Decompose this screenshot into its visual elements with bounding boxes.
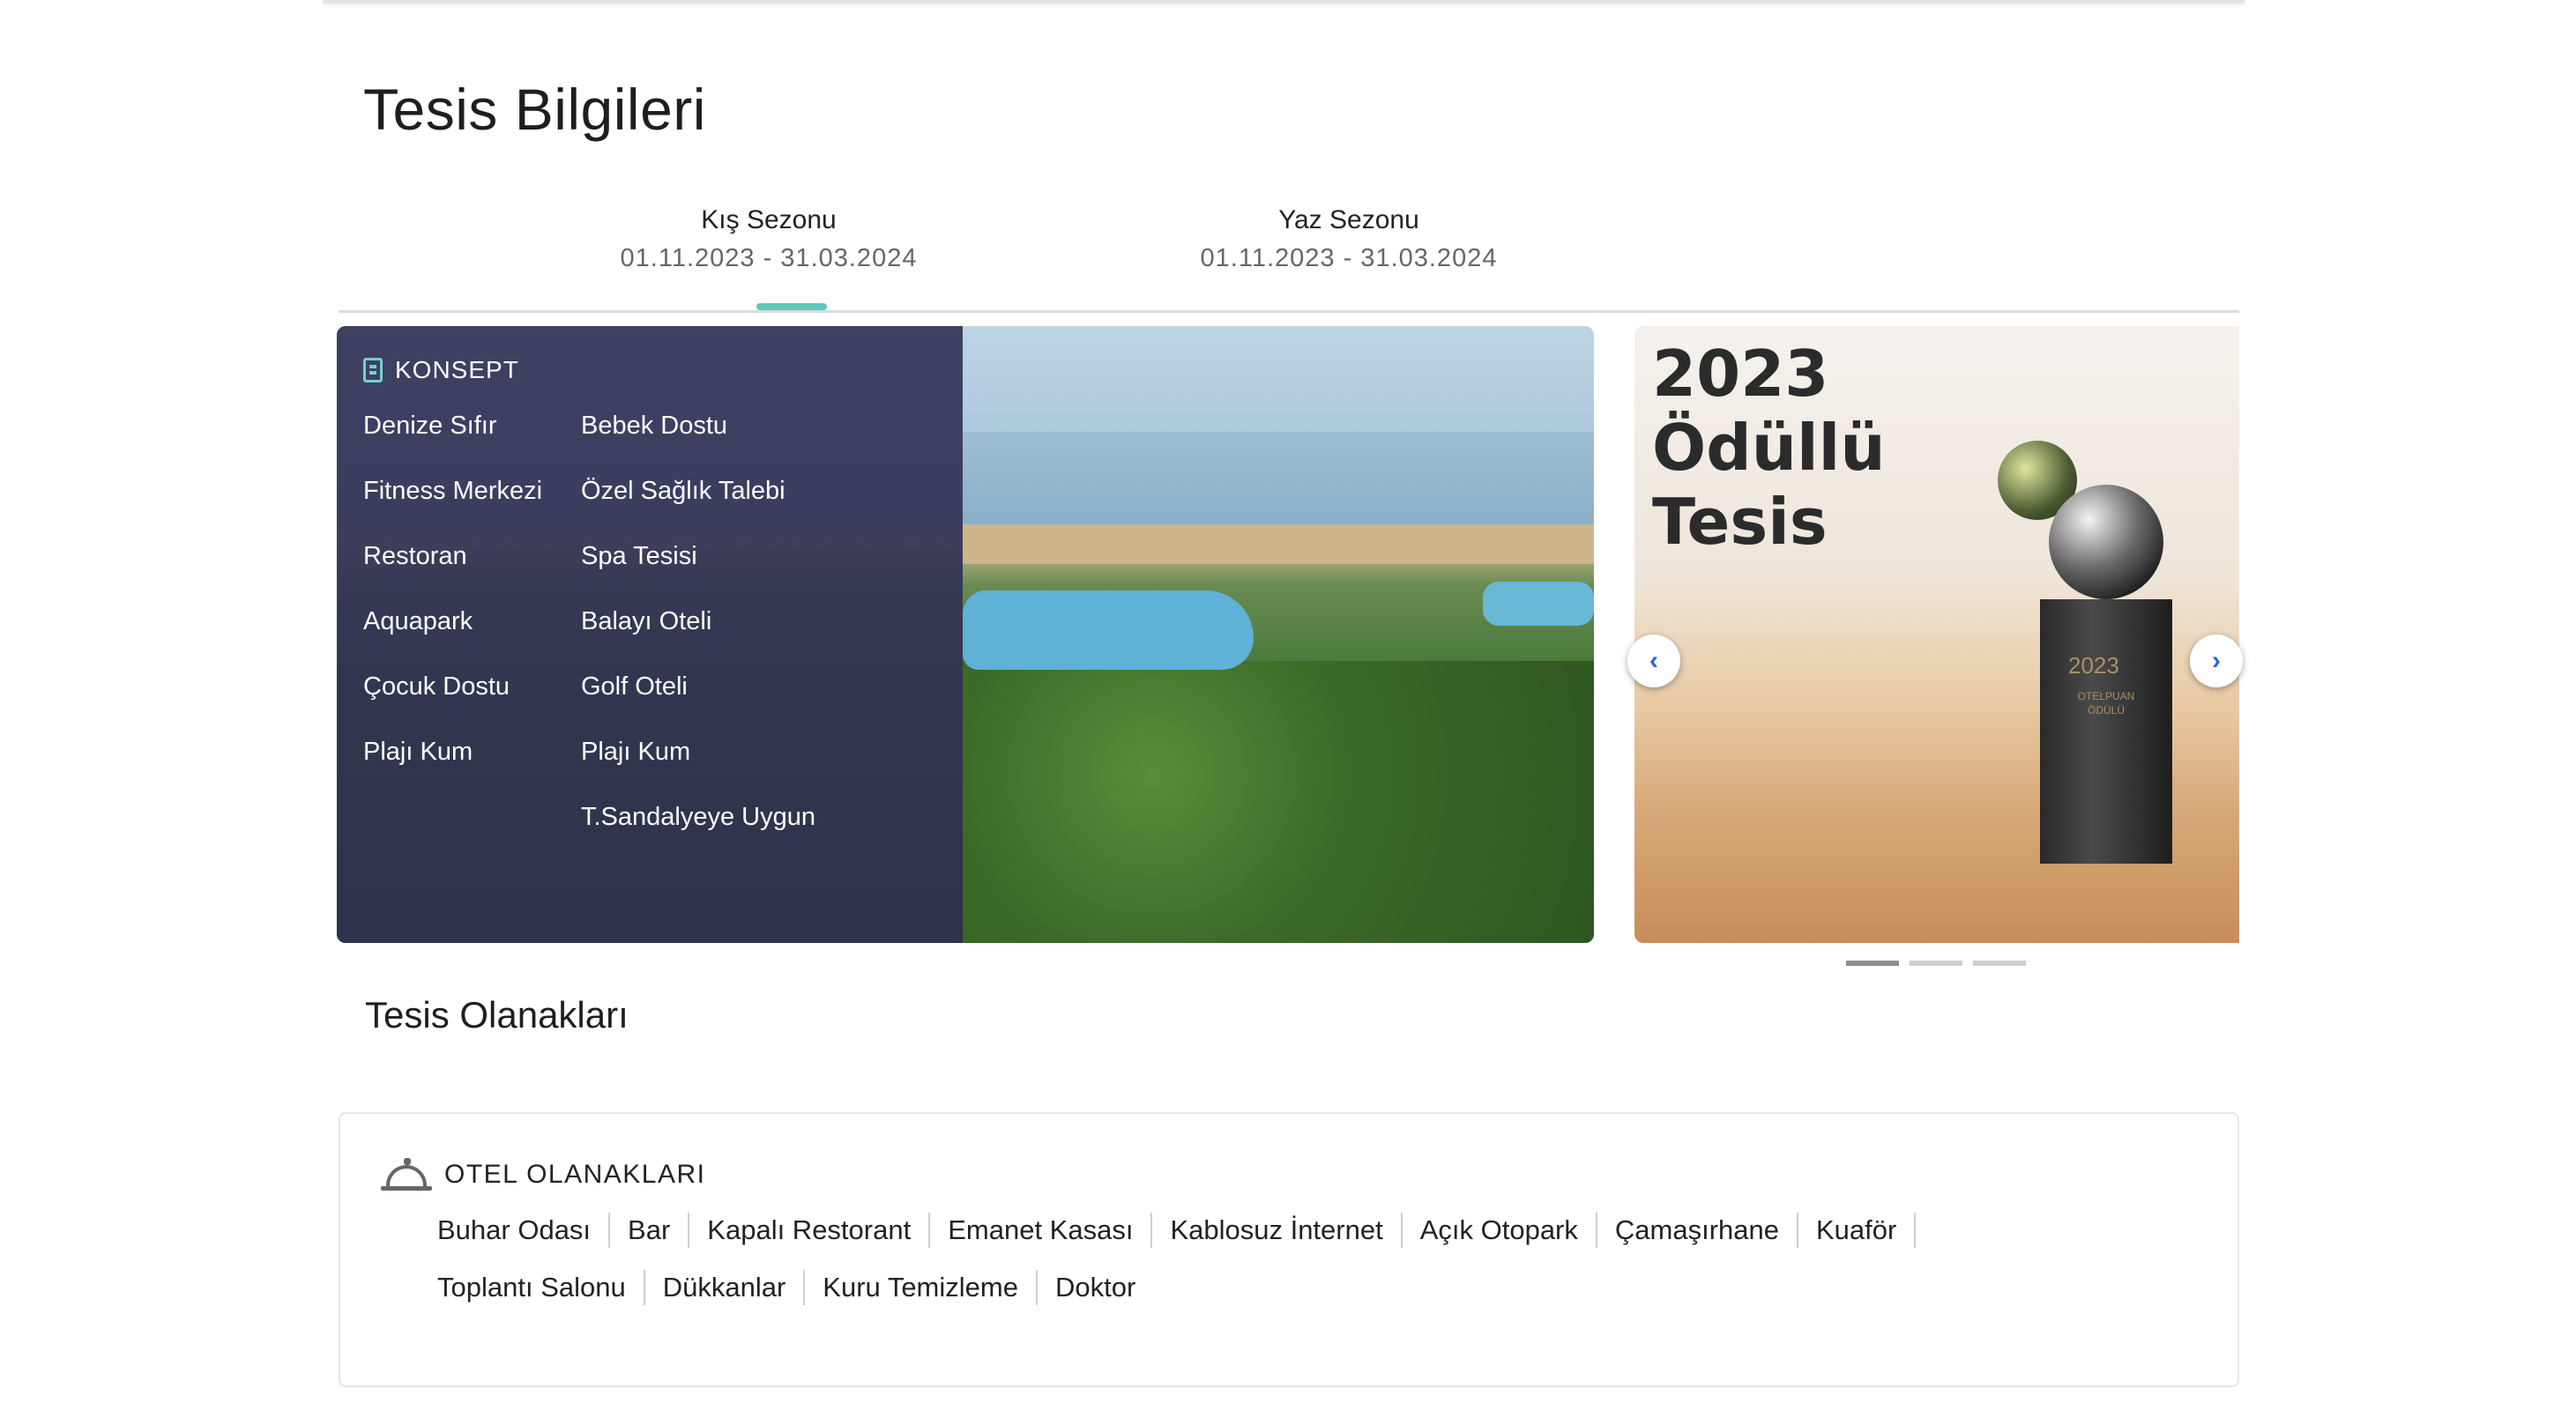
concept-item: Bebek Dostu bbox=[581, 412, 728, 440]
award-line: Tesis bbox=[1652, 485, 1828, 559]
tab-label: Kış Sezonu bbox=[701, 205, 837, 234]
facility-item: Buhar Odası bbox=[437, 1213, 611, 1248]
trophy-caption: OTELPUAN ÖDÜLÜ bbox=[2077, 690, 2135, 716]
concept-item: Çocuk Dostu bbox=[363, 672, 510, 701]
tab-label: Yaz Sezonu bbox=[1278, 205, 1419, 234]
carousel-dot[interactable] bbox=[1973, 961, 2026, 966]
carousel-prev-button[interactable]: ‹ bbox=[1627, 635, 1680, 687]
facility-item: Doktor bbox=[1054, 1272, 1136, 1303]
facility-item: Kuaför bbox=[1798, 1213, 1917, 1248]
tab-dates: 01.11.2023 - 31.03.2024 bbox=[620, 244, 918, 272]
carousel-dot[interactable] bbox=[1910, 961, 1962, 966]
concept-item: Özel Sağlık Talebi bbox=[581, 477, 785, 505]
facility-item: Açık Otopark bbox=[1403, 1213, 1597, 1248]
facility-item: Dükkanlar bbox=[645, 1270, 806, 1305]
facility-row: Toplantı Salonu Dükkanlar Kuru Temizleme… bbox=[437, 1270, 1153, 1305]
season-tabs: Kış Sezonu 01.11.2023 - 31.03.2024 Yaz S… bbox=[339, 196, 2239, 313]
trophy-year: 2023 bbox=[2068, 652, 2119, 679]
concept-item: Spa Tesisi bbox=[581, 542, 697, 570]
sea-area bbox=[963, 432, 1594, 529]
trophy-sphere bbox=[2049, 485, 2163, 599]
concept-title: KONSEPT bbox=[395, 356, 519, 383]
card-title: OTEL OLANAKLARI bbox=[444, 1160, 706, 1189]
trophy-image bbox=[2040, 599, 2172, 864]
concept-item: T.Sandalyeye Uygun bbox=[581, 803, 815, 831]
award-line: 2023 bbox=[1652, 337, 1829, 411]
chevron-left-icon: ‹ bbox=[1649, 646, 1658, 675]
award-banner-text: 2023 Ödüllü Tesis bbox=[1652, 337, 1886, 559]
award-slide[interactable]: 2023 Ödüllü Tesis 2023 OTELPUAN ÖDÜLÜ bbox=[1634, 326, 2239, 943]
service-bell-icon bbox=[381, 1158, 432, 1191]
hotel-facilities-card: OTEL OLANAKLARI Buhar Odası Bar Kapalı R… bbox=[339, 1112, 2239, 1387]
facility-item: Çamaşırhane bbox=[1597, 1213, 1798, 1248]
concept-item: Plajı Kum bbox=[363, 738, 473, 766]
pool-area bbox=[1483, 582, 1594, 626]
tab-yaz-sezonu[interactable]: Yaz Sezonu 01.11.2023 - 31.03.2024 bbox=[1164, 203, 1534, 278]
concept-item: Plajı Kum bbox=[581, 738, 691, 766]
concept-item: Golf Oteli bbox=[581, 672, 688, 701]
chevron-right-icon: › bbox=[2212, 646, 2221, 675]
facility-item: Bar bbox=[610, 1213, 690, 1248]
carousel-next-button[interactable]: › bbox=[2190, 635, 2243, 687]
tab-dates: 01.11.2023 - 31.03.2024 bbox=[1200, 244, 1498, 272]
facility-item: Emanet Kasası bbox=[930, 1213, 1153, 1248]
facility-item: Kuru Temizleme bbox=[805, 1270, 1038, 1305]
card-header: OTEL OLANAKLARI bbox=[381, 1158, 705, 1191]
facility-item: Kapalı Restorant bbox=[689, 1213, 931, 1248]
active-tab-indicator bbox=[756, 303, 827, 310]
hotel-photo-slide[interactable]: KONSEPT Denize Sıfır Fitness Merkezi Res… bbox=[337, 326, 1594, 943]
concept-item: Denize Sıfır bbox=[363, 412, 497, 440]
carousel-dot[interactable] bbox=[1846, 961, 1899, 966]
pool-area bbox=[963, 590, 1254, 670]
concept-column-2: Bebek Dostu Özel Sağlık Talebi Spa Tesis… bbox=[581, 411, 815, 867]
concept-panel: KONSEPT Denize Sıfır Fitness Merkezi Res… bbox=[337, 326, 963, 943]
facilities-section-title: Tesis Olanakları bbox=[365, 994, 629, 1036]
concept-header: KONSEPT bbox=[363, 356, 519, 384]
facility-item: Toplantı Salonu bbox=[437, 1270, 645, 1305]
facility-item: Kablosuz İnternet bbox=[1152, 1213, 1403, 1248]
concept-item: Fitness Merkezi bbox=[363, 477, 543, 505]
concept-column-1: Denize Sıfır Fitness Merkezi Restoran Aq… bbox=[363, 411, 542, 802]
facility-row: Buhar Odası Bar Kapalı Restorant Emanet … bbox=[437, 1213, 1917, 1248]
concept-item: Restoran bbox=[363, 542, 467, 570]
top-bar bbox=[323, 0, 2245, 4]
garden-area bbox=[963, 661, 1594, 943]
concept-item: Balayı Oteli bbox=[581, 607, 712, 635]
tab-kis-sezonu[interactable]: Kış Sezonu 01.11.2023 - 31.03.2024 bbox=[584, 203, 954, 278]
building-icon bbox=[363, 358, 383, 382]
page-title: Tesis Bilgileri bbox=[363, 77, 706, 142]
award-line: Ödüllü bbox=[1652, 411, 1886, 485]
concept-item: Aquapark bbox=[363, 607, 473, 635]
carousel-pagination bbox=[1846, 961, 2026, 966]
beach-area bbox=[963, 524, 1594, 564]
